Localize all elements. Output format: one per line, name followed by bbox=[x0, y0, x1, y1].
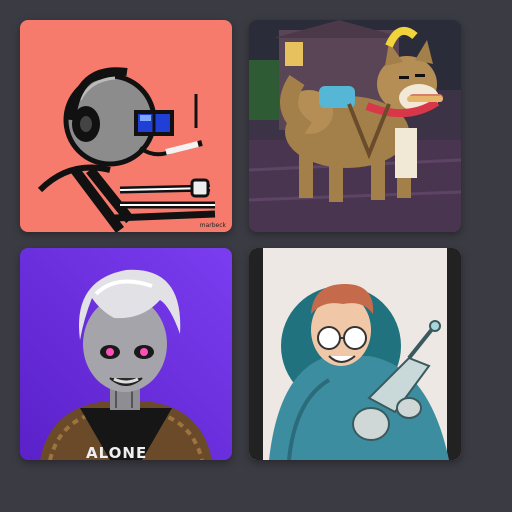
nft-gallery-grid: marbeck ALONE bbox=[0, 0, 512, 512]
artist-signature: marbeck bbox=[199, 222, 226, 229]
scientist-image bbox=[249, 248, 461, 460]
scientist-ray-gun-avatar[interactable] bbox=[249, 248, 461, 460]
shirt-text: ALONE bbox=[86, 444, 148, 460]
android-image bbox=[20, 248, 232, 460]
shiba-dog-avatar[interactable] bbox=[249, 20, 461, 232]
silver-haired-android-avatar[interactable]: ALONE bbox=[20, 248, 232, 460]
stick-figure-gamer-image bbox=[20, 20, 232, 232]
stick-figure-gamer-avatar[interactable]: marbeck bbox=[20, 20, 232, 232]
shiba-dog-image bbox=[249, 20, 461, 232]
